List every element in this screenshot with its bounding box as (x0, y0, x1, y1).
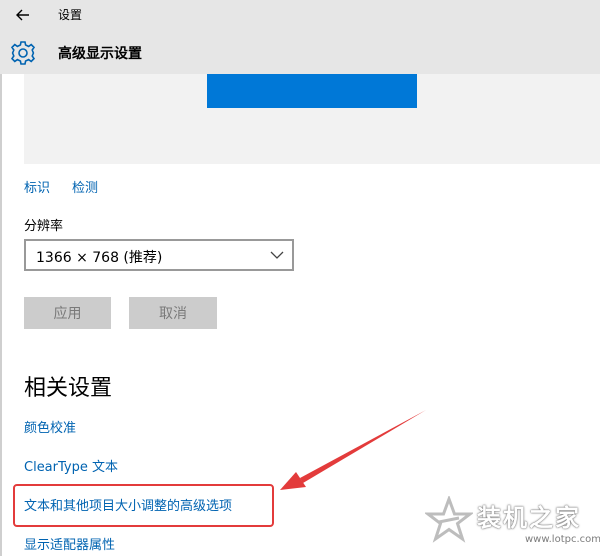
detect-link[interactable]: 检测 (72, 177, 98, 196)
back-arrow-icon (16, 9, 29, 21)
related-settings-title: 相关设置 (24, 376, 113, 401)
highlight-box (13, 484, 274, 527)
page-title: 高级显示设置 (58, 46, 142, 62)
color-calibration-link[interactable]: 颜色校准 (24, 417, 76, 436)
resolution-label: 分辨率 (24, 219, 64, 234)
apply-button[interactable]: 应用 (24, 297, 111, 329)
watermark: 装机之家 www.lotpc.com (425, 494, 600, 556)
display-preview (24, 74, 600, 164)
chevron-down-icon (270, 251, 284, 259)
resolution-value: 1366 × 768 (推荐) (36, 250, 163, 266)
resolution-dropdown[interactable]: 1366 × 768 (推荐) (24, 239, 294, 271)
display-adapter-properties-link[interactable]: 显示适配器属性 (24, 534, 115, 553)
back-button[interactable] (10, 4, 36, 26)
pane-divider (0, 74, 2, 556)
watermark-brand: 装机之家 (477, 504, 581, 532)
page-header: 高级显示设置 (0, 31, 600, 74)
star-logo-icon (425, 496, 473, 543)
window-title: 设置 (58, 8, 83, 22)
cleartype-text-link[interactable]: ClearType 文本 (24, 456, 118, 475)
watermark-url: www.lotpc.com (525, 534, 600, 545)
cancel-button[interactable]: 取消 (129, 297, 217, 329)
gear-icon (10, 41, 36, 65)
identify-link[interactable]: 标识 (24, 177, 50, 196)
title-bar: 设置 (0, 0, 600, 31)
monitor-tile[interactable] (207, 74, 417, 108)
